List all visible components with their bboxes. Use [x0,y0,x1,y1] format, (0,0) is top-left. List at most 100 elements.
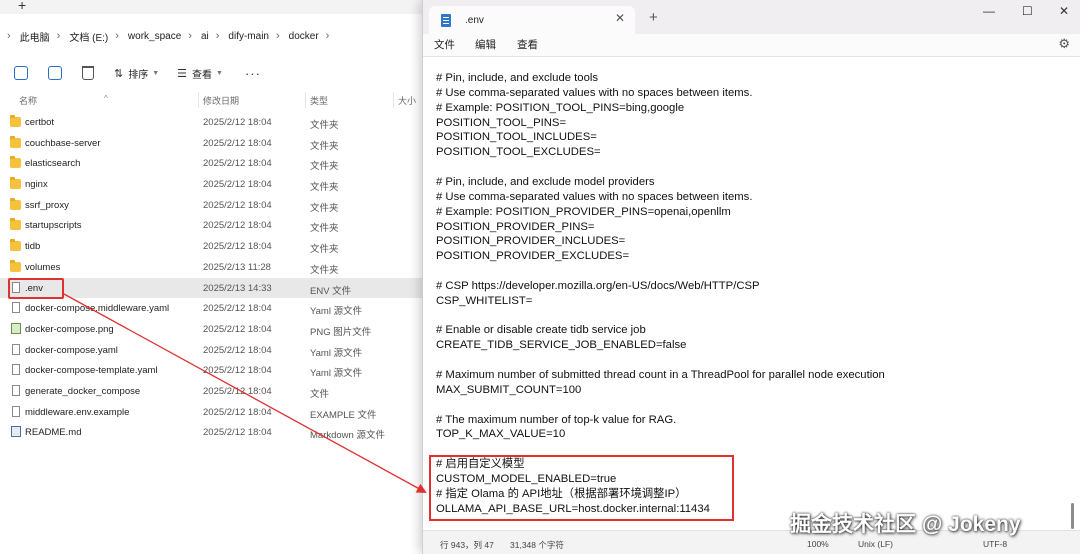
maximize-icon[interactable]: ☐ [1022,4,1033,18]
code-line: # Enable or disable create tidb service … [436,324,646,337]
file-name: generate_docker_compose [25,385,141,397]
menu-file[interactable]: 文件 [434,37,455,52]
file-icon [12,302,20,314]
file-name: certbot [25,117,55,128]
file-name: README.md [25,427,82,439]
code-line: POSITION_TOOL_INCLUDES= [436,131,597,144]
folder-icon [10,197,21,210]
file-type: Yaml 源文件 [310,306,363,318]
notepad-icon [441,13,451,27]
more-options-button[interactable]: ··· [245,66,261,81]
file-type: ENV 文件 [310,285,352,297]
folder-icon [10,239,21,252]
column-header-size[interactable]: 大小 [398,94,416,107]
menu-edit[interactable]: 编辑 [475,37,496,52]
file-type: 文件夹 [310,182,339,194]
file-name: volumes [25,261,61,273]
file-name: docker-compose.png [25,323,114,335]
sort-button[interactable]: ⇅ 排序 ▼ [114,66,159,81]
sort-ascending-icon: ^ [104,94,108,103]
zoom-level: 100% [807,539,829,549]
code-line: # Pin, include, and exclude tools [436,72,599,84]
code-line: POSITION_PROVIDER_EXCLUDES= [436,250,630,263]
column-header-name[interactable]: 名称 [19,94,37,107]
file-date: 2025/2/12 18:04 [203,220,272,232]
column-divider[interactable] [198,92,199,108]
code-line: POSITION_PROVIDER_PINS= [436,220,595,233]
file-name: tidb [25,241,41,253]
breadcrumb-item-this-pc[interactable]: 此电脑 [20,29,50,44]
file-date: 2025/2/12 18:04 [203,179,272,191]
delete-icon[interactable] [82,66,94,80]
file-date: 2025/2/12 18:04 [203,385,272,397]
breadcrumb-item-work-space[interactable]: work_space [128,31,181,42]
file-type: 文件夹 [310,264,339,276]
file-date: 2025/2/12 18:04 [203,406,272,418]
column-divider[interactable] [305,92,306,108]
file-icon [12,405,20,417]
breadcrumb-item-ai[interactable]: ai [201,31,209,42]
file-type: 文件夹 [310,140,339,152]
view-label: 查看 [192,69,213,81]
breadcrumb-item-dify-main[interactable]: dify-main [228,31,269,42]
folder-icon [10,218,21,231]
folder-icon [10,115,21,127]
breadcrumb-item-drive[interactable]: 文档 (E:) [69,29,108,44]
code-line: CREATE_TIDB_SERVICE_JOB_ENABLED=false [436,339,687,352]
chevron-right-icon: › [56,30,61,42]
character-count: 31,348 个字符 [510,540,564,550]
code-line: POSITION_TOOL_EXCLUDES= [436,146,601,159]
file-date: 2025/2/12 18:04 [203,344,272,356]
code-line: # The maximum number of top-k value for … [436,413,677,426]
encoding: UTF-8 [983,539,1008,549]
vertical-scrollbar[interactable] [1071,503,1074,529]
image-icon [11,322,21,334]
file-name: startupscripts [25,220,82,232]
close-icon[interactable]: ✕ [1059,4,1069,18]
view-button[interactable]: ☰ 查看 ▼ [177,66,223,81]
file-date: 2025/2/12 18:04 [203,365,272,377]
sort-label: 排序 [128,69,149,81]
file-date: 2025/2/12 18:04 [203,137,272,149]
menu-view[interactable]: 查看 [517,37,538,52]
folder-icon [10,156,21,169]
file-type: 文件夹 [310,223,339,235]
file-type: 文件夹 [310,120,339,131]
column-header-type[interactable]: 类型 [310,94,328,107]
column-divider[interactable] [393,92,394,108]
explorer-new-tab-button[interactable]: + [18,0,26,13]
minimize-icon[interactable]: — [983,4,995,18]
column-header-date[interactable]: 修改日期 [203,94,239,107]
markdown-icon [11,426,21,438]
file-name: docker-compose-template.yaml [25,365,158,377]
rename-icon[interactable] [14,66,28,80]
code-line: POSITION_PROVIDER_INCLUDES= [436,235,626,248]
file-date: 2025/2/12 18:04 [203,427,272,439]
breadcrumb-item-docker[interactable]: docker [289,31,319,42]
menu-bar: 文件 编辑 查看 ⚙ [423,34,1080,56]
gear-icon[interactable]: ⚙ [1058,36,1070,52]
close-tab-icon[interactable]: ✕ [615,11,625,25]
tab-env-file[interactable]: .env ✕ [429,6,635,34]
file-date: 2025/2/12 18:04 [203,323,272,335]
code-line: # Example: POSITION_PROVIDER_PINS=openai… [436,205,731,218]
file-type: 文件 [310,388,330,400]
chevron-right-icon: › [188,30,192,42]
cursor-position: 行 943，列 47 [440,540,494,550]
file-name: docker-compose.middleware.yaml [25,303,170,315]
file-date: 2025/2/12 18:04 [203,117,272,128]
code-line: # Pin, include, and exclude model provid… [436,175,655,188]
chevron-right-icon: › [115,30,119,42]
file-date: 2025/2/12 18:04 [203,303,272,315]
file-date: 2025/2/13 11:28 [203,261,271,273]
chevron-right-icon: › [275,30,280,42]
code-line: MAX_SUBMIT_COUNT=100 [436,383,582,396]
share-icon[interactable] [48,66,62,80]
file-type: Yaml 源文件 [310,368,363,380]
folder-icon [10,135,21,148]
code-line: TOP_K_MAX_VALUE=10 [436,428,566,441]
file-date: 2025/2/12 18:04 [203,199,272,211]
new-tab-button[interactable]: + [649,9,658,26]
tab-title: .env [465,14,484,26]
line-ending: Unix (LF) [858,539,893,549]
